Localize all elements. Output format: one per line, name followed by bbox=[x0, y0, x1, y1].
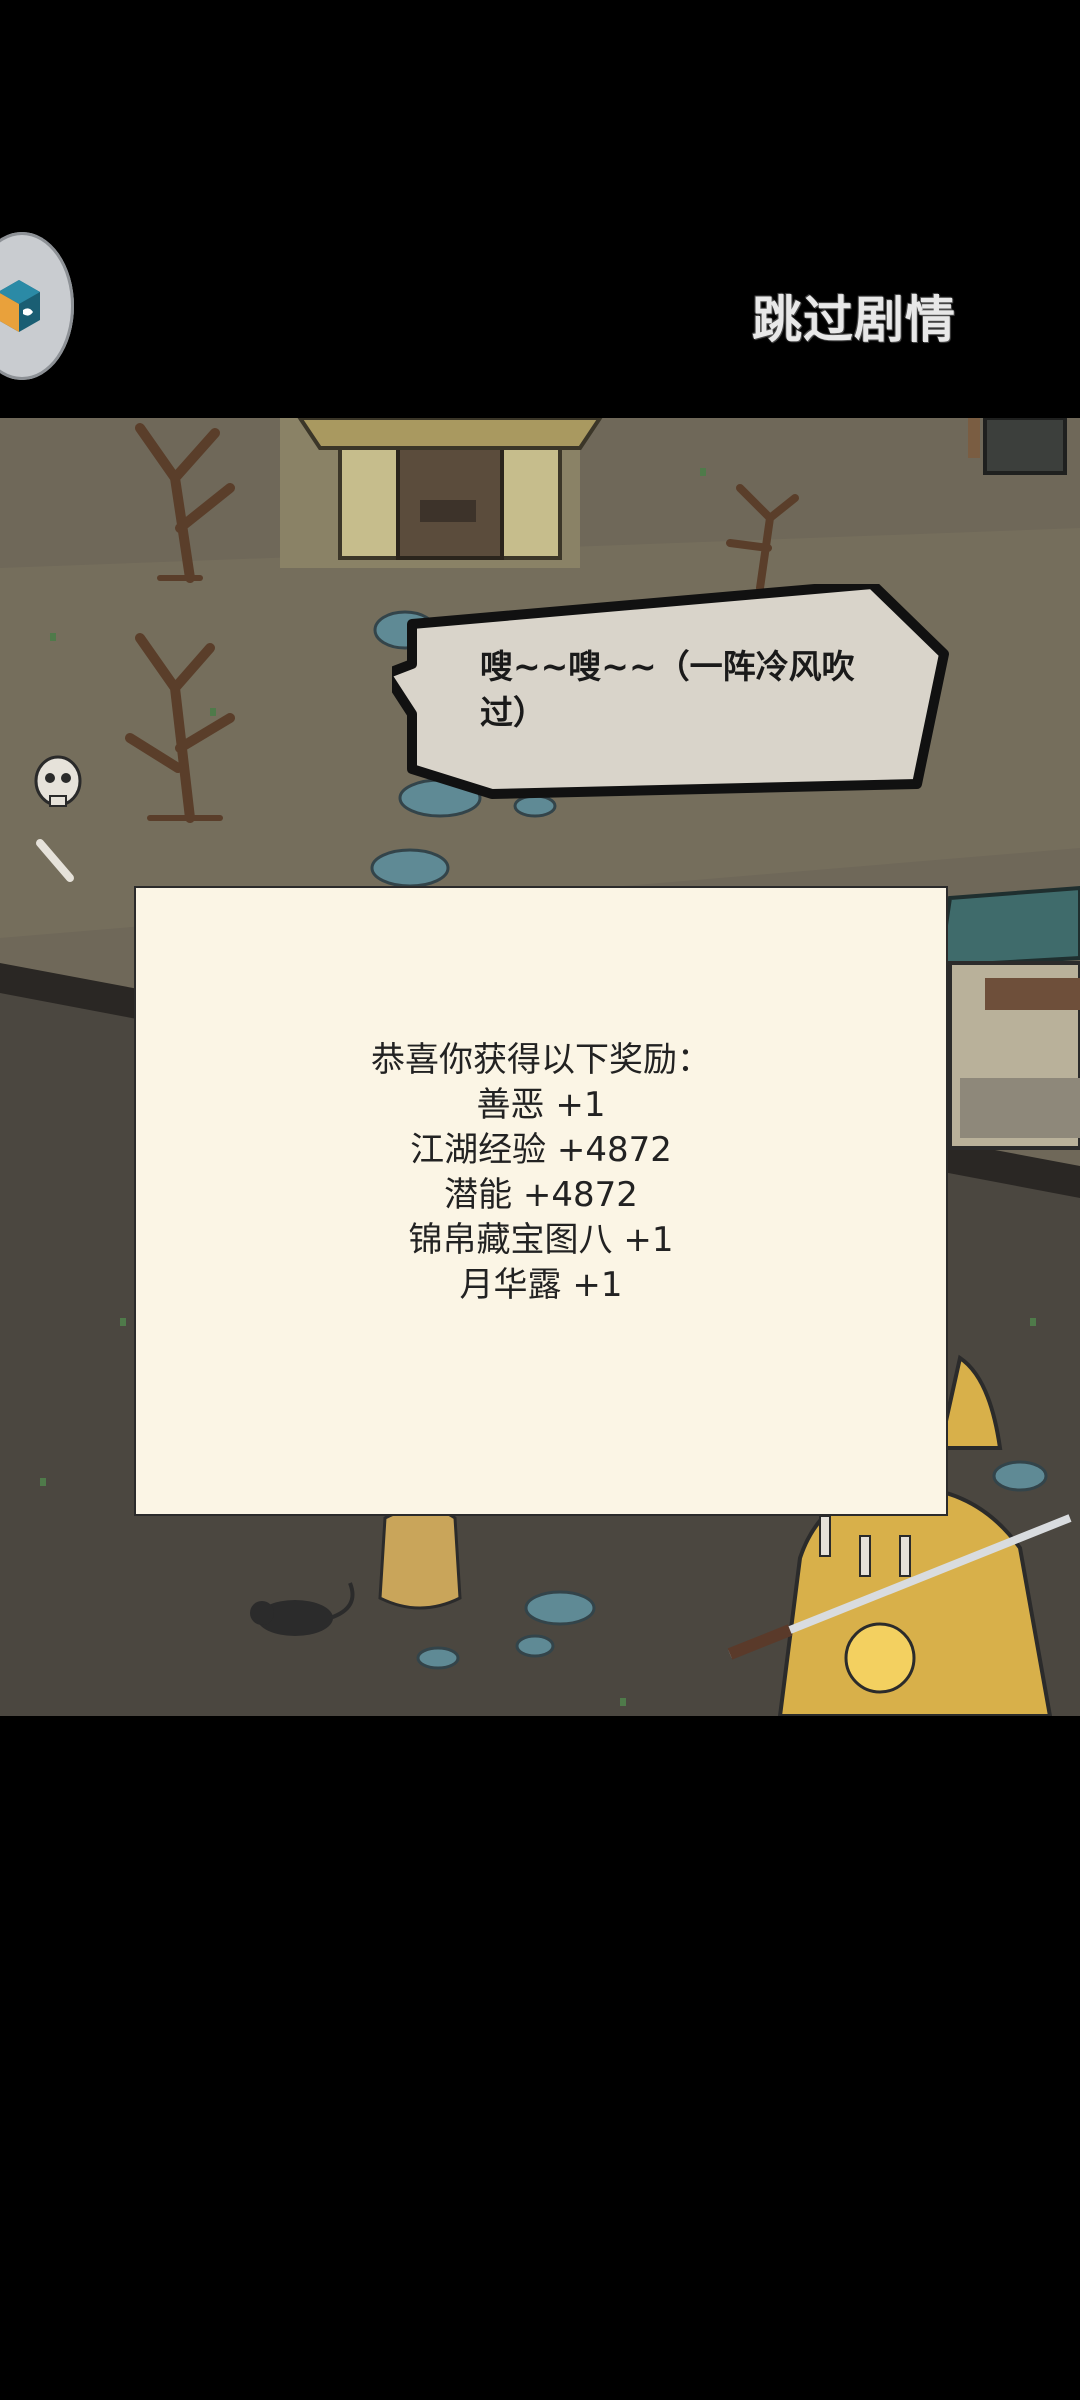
reward-item: 月华露 +1 bbox=[459, 1265, 623, 1305]
bare-tree bbox=[135, 423, 235, 583]
assistant-cube-icon bbox=[0, 280, 40, 332]
game-screen: 跳过剧情 嗖~~嗖~~（一阵冷风吹过） 恭喜你获得以下奖励： 善恶 +1 江湖经… bbox=[0, 0, 1080, 2400]
skull-icon bbox=[34, 755, 82, 807]
house-top bbox=[280, 418, 603, 568]
floating-assistant-button[interactable] bbox=[0, 232, 74, 380]
reward-dialog[interactable]: 恭喜你获得以下奖励： 善恶 +1 江湖经验 +4872 潜能 +4872 锦帛藏… bbox=[134, 886, 948, 1516]
building-right bbox=[937, 885, 1080, 1150]
reward-item: 锦帛藏宝图八 +1 bbox=[408, 1220, 674, 1260]
reward-title: 恭喜你获得以下奖励： bbox=[371, 1040, 711, 1080]
reward-item: 江湖经验 +4872 bbox=[410, 1130, 672, 1170]
reward-item: 善恶 +1 bbox=[476, 1085, 606, 1125]
reward-item: 潜能 +4872 bbox=[444, 1175, 638, 1215]
well bbox=[968, 418, 1067, 475]
skip-story-button[interactable]: 跳过剧情 bbox=[752, 280, 956, 352]
speech-bubble[interactable]: 嗖~~嗖~~（一阵冷风吹过） bbox=[392, 584, 952, 806]
yellow-character-small bbox=[378, 1506, 462, 1610]
speech-text: 嗖~~嗖~~（一阵冷风吹过） bbox=[480, 647, 855, 732]
reward-content: 恭喜你获得以下奖励： 善恶 +1 江湖经验 +4872 潜能 +4872 锦帛藏… bbox=[136, 1038, 946, 1308]
